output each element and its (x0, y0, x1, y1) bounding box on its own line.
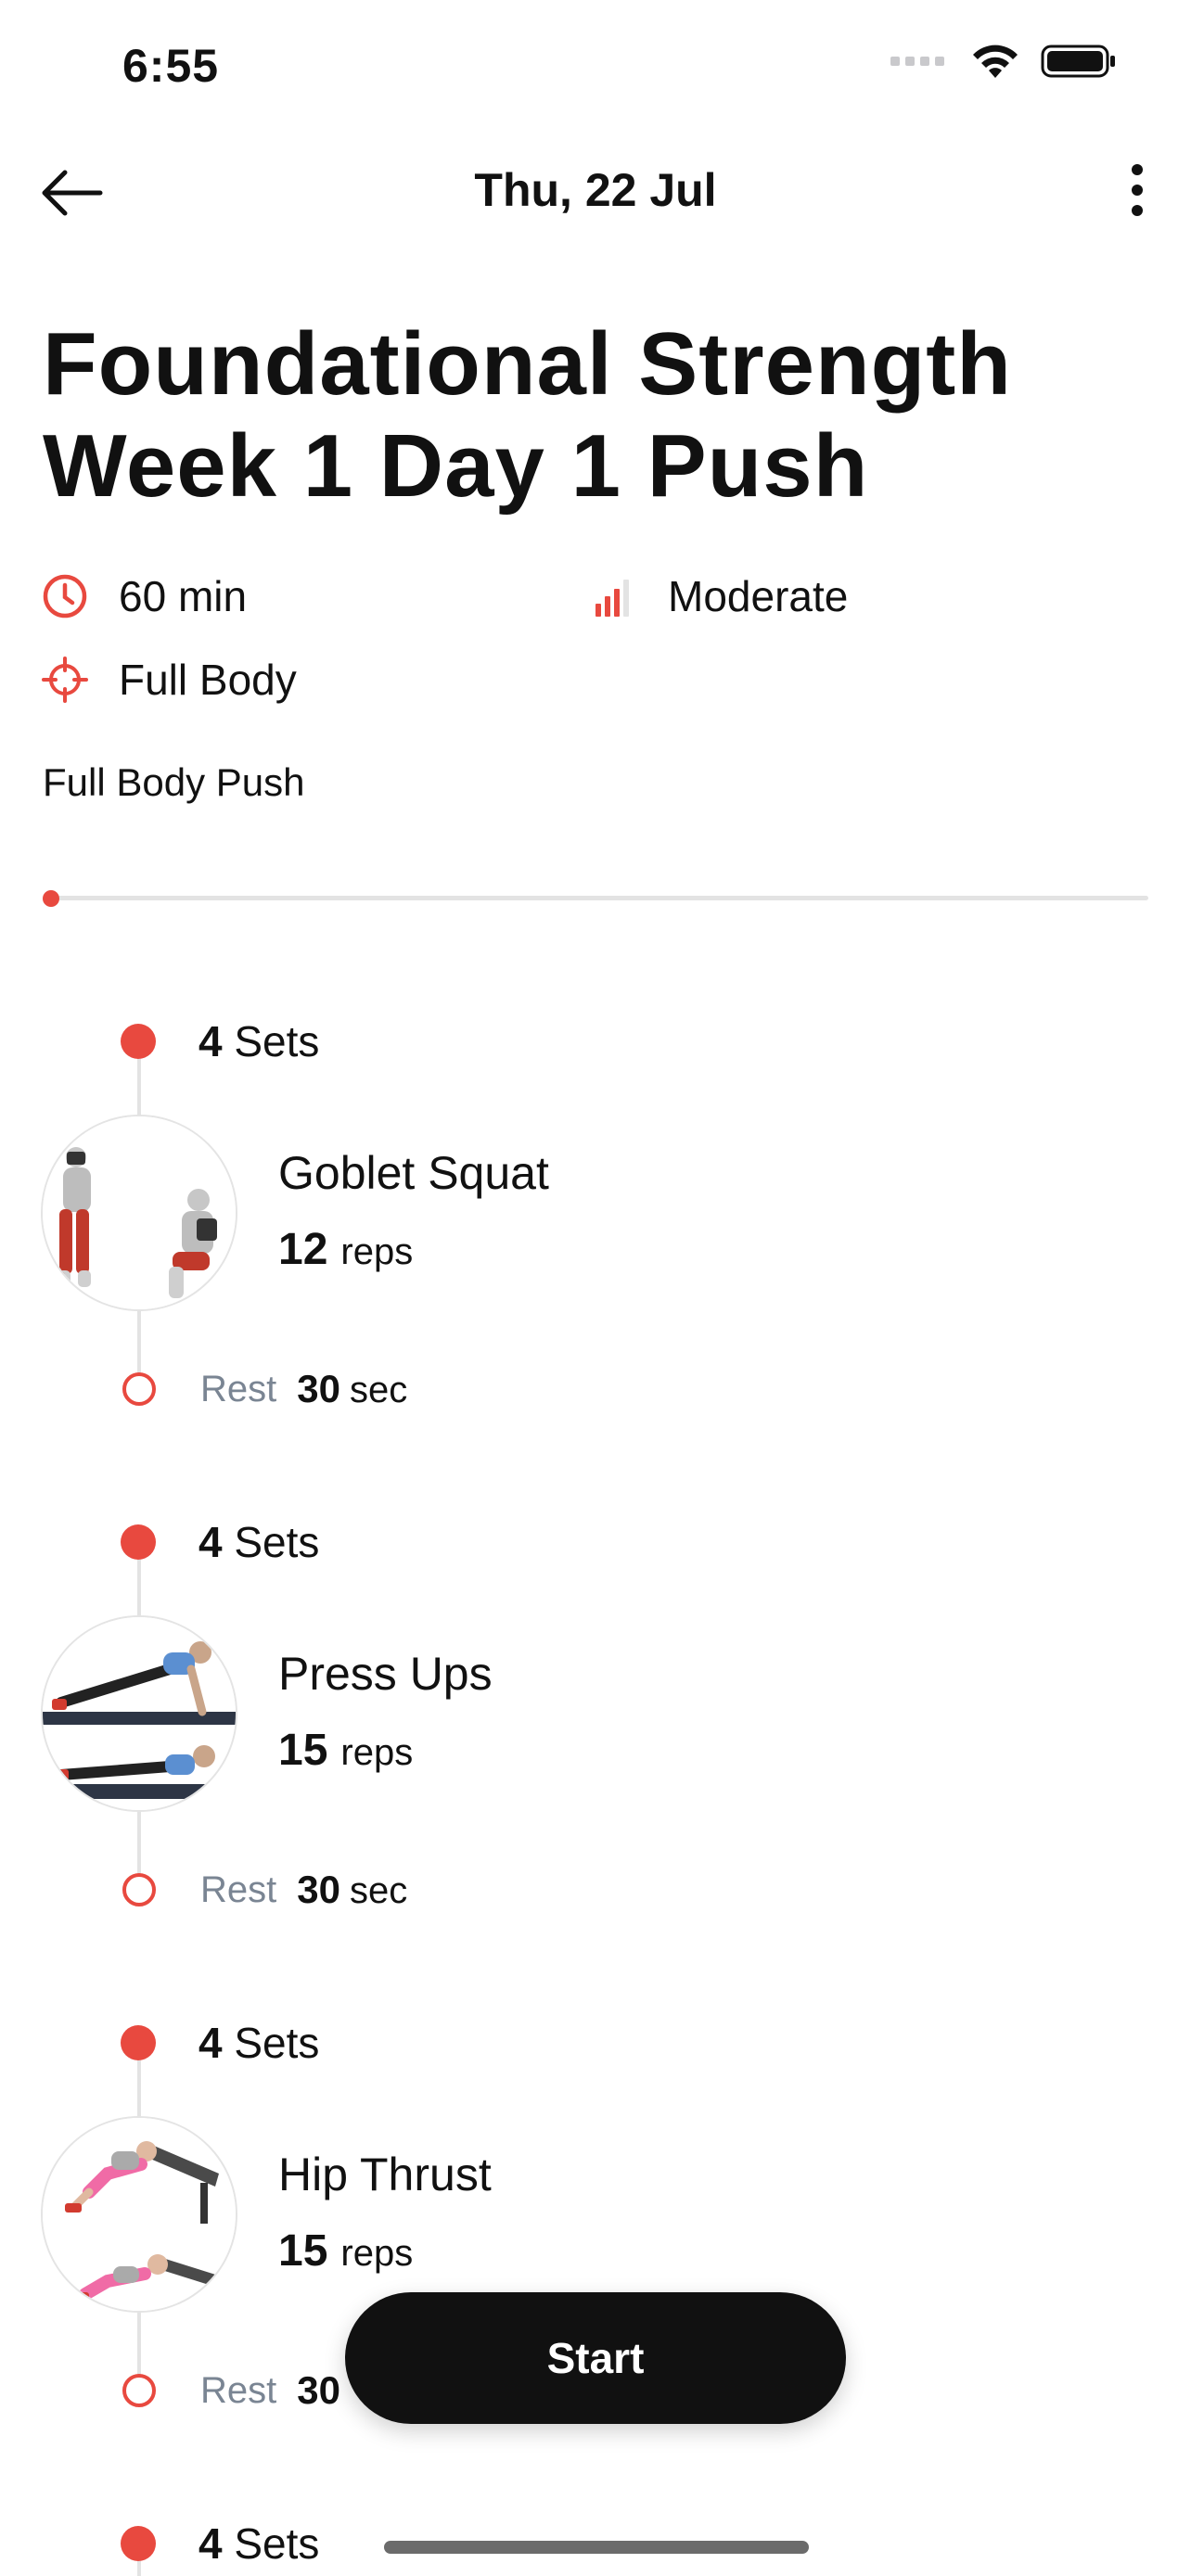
rest-row: Rest 30 sec (122, 1367, 407, 1411)
sets-label: 4 Sets (198, 2519, 320, 2568)
workout-title: Foundational Strength Week 1 Day 1 Push (43, 313, 1156, 517)
home-indicator (384, 2541, 809, 2554)
exercise-thumbnail[interactable] (41, 2116, 237, 2313)
sets-dot-icon (121, 2526, 156, 2561)
sets-header: 4 Sets (121, 2519, 319, 2569)
rest-duration: 30 sec (297, 1868, 408, 1911)
wifi-icon (973, 45, 1018, 78)
rest-row: Rest 30 sec (122, 1868, 407, 1912)
more-options-icon[interactable] (1121, 162, 1154, 218)
hip-thrust-illustration (43, 2118, 236, 2311)
duration-text: 60 min (119, 572, 248, 620)
progress-marker (43, 890, 59, 907)
sets-label: 4 Sets (198, 2019, 320, 2067)
status-time: 6:55 (122, 40, 220, 92)
exercise-thumbnail[interactable] (41, 1615, 237, 1812)
sets-label: 4 Sets (198, 1518, 320, 1566)
rest-duration: 30 (297, 2368, 340, 2412)
focus-text: Full Body (119, 656, 297, 704)
sets-dot-icon (121, 1524, 156, 1560)
clock-icon (43, 574, 87, 618)
exercise-reps: 15 reps (278, 2226, 414, 2276)
focus-info: Full Body (41, 655, 297, 705)
duration-info: 60 min (41, 571, 247, 621)
rest-duration: 30 sec (297, 1367, 408, 1410)
workout-description: Full Body Push (43, 760, 305, 804)
start-workout-button[interactable]: Start (345, 2292, 846, 2424)
status-indicators (890, 43, 1117, 80)
exercise-name[interactable]: Hip Thrust (278, 2148, 492, 2201)
sets-label: 4 Sets (198, 1017, 320, 1065)
workout-progress-track (43, 896, 1148, 900)
rest-ring-icon (122, 1372, 156, 1406)
exercise-thumbnail[interactable] (41, 1115, 237, 1311)
rest-label: Rest (200, 2369, 277, 2411)
workout-title-line-1: Foundational Strength (43, 314, 1012, 414)
sets-dot-icon (121, 2025, 156, 2060)
signal-bars-icon (596, 580, 629, 617)
rest-ring-icon (122, 1873, 156, 1906)
sets-header: 4 Sets (121, 2018, 319, 2068)
cellular-signal-icon (890, 57, 944, 66)
exercise-reps: 15 reps (278, 1726, 414, 1775)
sets-dot-icon (121, 1024, 156, 1059)
rest-label: Rest (200, 1868, 277, 1910)
workout-detail-screen: 6:55 Thu, 22 Jul Foundational Strength W… (0, 0, 1191, 2576)
battery-icon (1041, 45, 1115, 78)
exercise-name[interactable]: Goblet Squat (278, 1146, 549, 1200)
rest-row: Rest 30 (122, 2368, 350, 2413)
rest-ring-icon (122, 2374, 156, 2407)
goblet-squat-illustration (43, 1116, 236, 1309)
sets-header: 4 Sets (121, 1016, 319, 1066)
intensity-info: Moderate (594, 571, 848, 621)
sets-header: 4 Sets (121, 1517, 319, 1567)
crosshair-icon (42, 657, 88, 703)
intensity-text: Moderate (668, 572, 849, 620)
nav-date-title: Thu, 22 Jul (474, 164, 717, 216)
exercise-reps: 12 reps (278, 1225, 414, 1274)
workout-title-line-2: Week 1 Day 1 Push (43, 416, 869, 516)
exercise-name[interactable]: Press Ups (278, 1647, 493, 1701)
rest-label: Rest (200, 1368, 277, 1409)
press-ups-illustration (43, 1617, 236, 1810)
